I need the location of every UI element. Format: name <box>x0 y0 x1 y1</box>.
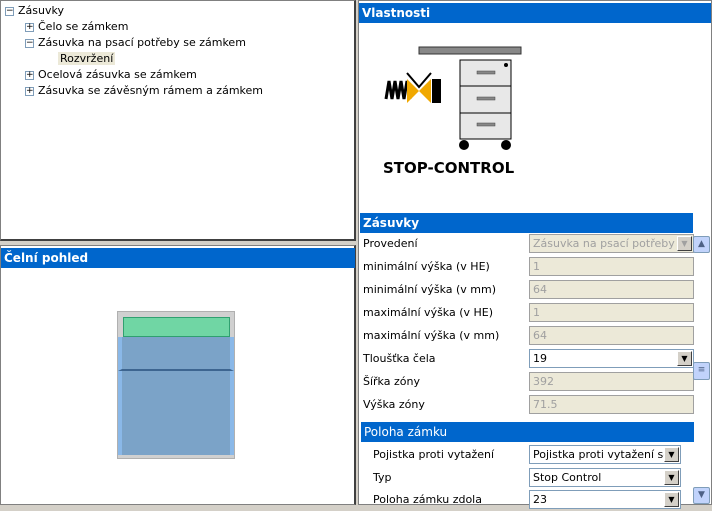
properties-header: Vlastnosti <box>359 3 711 23</box>
tree-root-label: Zásuvky <box>18 4 64 17</box>
property-label: Poloha zámku zdola <box>373 493 482 506</box>
section-poloha-zamku: Poloha zámku <box>361 422 694 442</box>
property-row: Výška zóny 71.5 <box>361 393 694 416</box>
collapse-icon[interactable]: − <box>25 38 34 48</box>
property-row: Typ Stop Control ▼ <box>361 466 694 489</box>
drawer-upper <box>118 337 234 371</box>
property-label: Pojistka proti vytažení <box>373 448 495 461</box>
property-value-text: 71.5 <box>533 398 558 411</box>
property-label: Tloušťka čela <box>363 352 436 365</box>
tree-item[interactable]: + Čelo se zámkem <box>25 19 128 35</box>
property-value-text: 23 <box>533 493 547 506</box>
property-row: Šířka zóny 392 <box>361 370 694 393</box>
tree-item[interactable]: + Ocelová zásuvka se zámkem <box>25 67 197 83</box>
expand-icon[interactable]: + <box>25 70 34 80</box>
tree-root[interactable]: − Zásuvky <box>5 3 64 19</box>
property-label: maximální výška (v mm) <box>363 329 500 342</box>
cabinet-drawing <box>117 311 235 459</box>
dropdown-arrow-icon: ▼ <box>677 236 692 251</box>
expand-icon[interactable]: + <box>25 22 34 32</box>
property-value-text: Pojistka proti vytažení se zá <box>533 448 681 461</box>
dropdown-arrow-icon[interactable]: ▼ <box>677 351 692 366</box>
property-value-select[interactable]: 23 ▼ <box>529 490 681 509</box>
property-label: minimální výška (v mm) <box>363 283 497 296</box>
scroll-up-button[interactable]: ▲ <box>693 236 710 253</box>
tree-item-label: Rozvržení <box>58 52 116 65</box>
top-zone <box>123 317 230 337</box>
property-value-field: 392 <box>529 372 694 391</box>
tree-item-selected[interactable]: Rozvržení <box>58 51 116 67</box>
tree-item-label: Čelo se zámkem <box>38 20 129 33</box>
property-value-field: 1 <box>529 257 694 276</box>
property-row: Provedení Zásuvka na psací potřeby ▼ <box>361 232 694 255</box>
property-row: maximální výška (v HE) 1 <box>361 301 694 324</box>
property-row: maximální výška (v mm) 64 <box>361 324 694 347</box>
property-value-text: 64 <box>533 283 547 296</box>
scroll-down-button[interactable]: ▼ <box>693 487 710 504</box>
expand-icon[interactable]: + <box>25 86 34 96</box>
property-value-field: 1 <box>529 303 694 322</box>
property-label: Typ <box>373 470 392 484</box>
dropdown-arrow-icon[interactable]: ▼ <box>664 469 679 485</box>
section-zasuvky: Zásuvky <box>360 213 693 233</box>
property-label: maximální výška (v HE) <box>363 306 494 319</box>
property-row: Pojistka proti vytažení Pojistka proti vy… <box>361 443 694 466</box>
property-value-select: Zásuvka na psací potřeby ▼ <box>529 234 694 253</box>
scrollbar-thumb[interactable]: ≡ <box>693 362 710 380</box>
property-value-select[interactable]: Stop Control ▼ <box>529 467 681 487</box>
property-value-text: 19 <box>533 352 547 365</box>
property-row: minimální výška (v mm) 64 <box>361 278 694 301</box>
front-view-header: Čelní pohled <box>1 248 355 268</box>
property-value-text: 1 <box>533 260 540 273</box>
dropdown-arrow-icon[interactable]: ▼ <box>664 447 679 462</box>
property-value-text: 1 <box>533 306 540 319</box>
property-value-select[interactable]: Pojistka proti vytažení se zá ▼ <box>529 445 681 464</box>
tree-item-label: Zásuvka na psací potřeby se zámkem <box>38 36 246 49</box>
front-view-panel: Čelní pohled <box>0 245 356 505</box>
property-row: Tloušťka čela 19 ▼ <box>361 347 694 370</box>
property-label: Šířka zóny <box>363 375 420 388</box>
property-value-text: 64 <box>533 329 547 342</box>
property-value-text: Zásuvka na psací potřeby <box>533 237 675 250</box>
tree-item[interactable]: + Zásuvka se závěsným rámem a zámkem <box>25 83 263 99</box>
collapse-icon[interactable]: − <box>5 6 14 16</box>
properties-panel: Vlastnosti STOP-CONTROL Zásuvky Proveden… <box>358 0 712 509</box>
tree-item[interactable]: − Zásuvka na psací potřeby se zámkem <box>25 35 246 51</box>
property-value-text: 392 <box>533 375 554 388</box>
property-label: Výška zóny <box>363 398 425 411</box>
property-value-field: 64 <box>529 280 694 299</box>
property-value-select[interactable]: 19 ▼ <box>529 349 694 368</box>
tree-item-label: Ocelová zásuvka se zámkem <box>38 68 197 81</box>
tree-view[interactable]: − Zásuvky + Čelo se zámkem − Zásuvka na psa… <box>0 0 356 241</box>
tree-item-label: Zásuvka se závěsným rámem a zámkem <box>38 84 264 97</box>
property-value-text: Stop Control <box>533 470 602 484</box>
property-row: minimální výška (v HE) 1 <box>361 255 694 278</box>
property-row: Poloha zámku zdola 23 ▼ <box>361 488 694 511</box>
logo-text: STOP-CONTROL <box>383 159 515 177</box>
property-label: minimální výška (v HE) <box>363 260 490 273</box>
property-value-field: 64 <box>529 326 694 345</box>
drawer-lower <box>118 371 234 455</box>
property-value-field: 71.5 <box>529 395 694 414</box>
property-label: Provedení <box>363 237 418 250</box>
